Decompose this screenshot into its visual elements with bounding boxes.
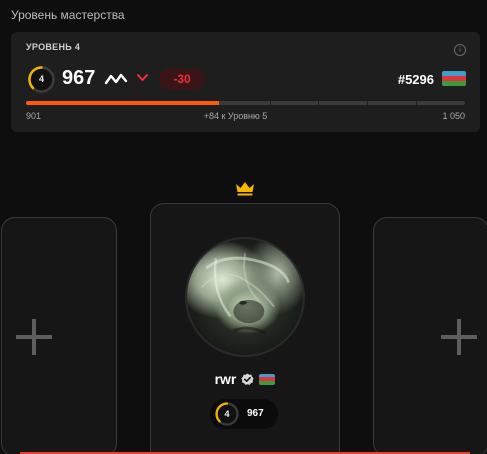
elo-change-badge: -30 bbox=[159, 68, 205, 90]
player-card[interactable]: rwr 4 967 bbox=[150, 203, 340, 454]
plus-icon[interactable] bbox=[441, 319, 477, 355]
level-progress-bar bbox=[26, 101, 465, 105]
empty-slot-left[interactable] bbox=[1, 217, 117, 454]
info-icon[interactable]: i bbox=[454, 44, 466, 56]
empty-slot-right[interactable] bbox=[373, 217, 487, 454]
player-level-number: 4 bbox=[224, 409, 230, 419]
level-progress-fill bbox=[26, 101, 220, 105]
trend-wave-icon[interactable] bbox=[104, 72, 128, 86]
player-name[interactable]: rwr bbox=[215, 371, 237, 387]
skill-level-card: УРОВЕНЬ 4 i 4 967 -30 #5296 901 +84 к Ур… bbox=[11, 32, 480, 132]
verified-badge-icon bbox=[241, 373, 254, 385]
progress-max-label: 1 050 bbox=[442, 111, 465, 121]
section-title: Уровень мастерства bbox=[11, 8, 125, 22]
level-ring-icon: 4 bbox=[27, 65, 56, 94]
level-label: УРОВЕНЬ 4 bbox=[26, 42, 81, 52]
rank-value: #5296 bbox=[397, 72, 434, 87]
chevron-down-icon bbox=[137, 74, 148, 81]
player-elo: 967 bbox=[247, 408, 264, 419]
flag-azerbaijan-icon bbox=[259, 373, 276, 385]
progress-next-level-label: +84 к Уровню 5 bbox=[203, 111, 268, 121]
crown-icon bbox=[236, 182, 254, 196]
avatar[interactable] bbox=[185, 237, 305, 357]
player-level-pill: 4 967 bbox=[210, 399, 278, 429]
plus-icon[interactable] bbox=[16, 319, 52, 355]
flag-azerbaijan-icon bbox=[442, 71, 466, 86]
level-number: 4 bbox=[38, 74, 44, 84]
elo-value: 967 bbox=[62, 67, 96, 89]
